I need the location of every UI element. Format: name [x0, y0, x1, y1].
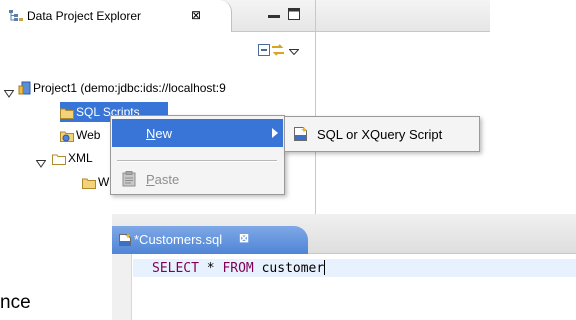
explorer-tab-title: Data Project Explorer	[27, 9, 142, 23]
context-menu: New Paste	[110, 115, 285, 195]
tree-item-web[interactable]: Web	[48, 125, 116, 145]
folder-icon	[82, 175, 96, 195]
tree-item-label: Project1 (demo:jdbc:ids://localhost:9	[33, 81, 226, 95]
chevron-down-icon[interactable]	[35, 154, 47, 174]
minimize-icon[interactable]	[268, 10, 280, 24]
explorer-toolbar	[0, 38, 315, 64]
menu-item-paste-label: Paste	[146, 172, 180, 187]
menu-item-sql-or-xquery-script[interactable]: SQL or XQuery Script	[287, 120, 477, 148]
sql-file-icon	[118, 233, 132, 250]
explorer-tab[interactable]: Data Project Explorer ⊠	[0, 0, 232, 32]
folder-open-icon	[52, 151, 66, 171]
keyword-from: FROM	[222, 261, 254, 276]
explorer-tab-bar: Data Project Explorer ⊠	[0, 0, 315, 32]
maximize-icon[interactable]	[288, 8, 300, 23]
tree-item-project1[interactable]: Project1 (demo:jdbc:ids://localhost:9	[0, 78, 315, 101]
menu-item-label: SQL or XQuery Script	[317, 127, 443, 142]
text-caret	[324, 260, 326, 275]
editor-tab-bar: *Customers.sql ⊠	[112, 214, 576, 254]
project-icon	[18, 81, 32, 101]
submenu-arrow-icon	[272, 127, 278, 141]
link-with-editor-icon[interactable]	[270, 42, 286, 61]
close-icon[interactable]: ⊠	[191, 8, 201, 22]
editor-area-tab-strip	[316, 0, 490, 32]
menu-separator	[117, 160, 277, 162]
tree-item-label: Web	[76, 128, 101, 142]
data-explorer-icon	[9, 10, 23, 25]
editor-gutter	[112, 254, 132, 320]
sql-editor: *Customers.sql ⊠ SELECT * FROM customer	[112, 214, 576, 320]
table-identifier: customer	[253, 261, 325, 276]
folder-icon	[60, 105, 74, 125]
sql-file-new-icon	[293, 126, 309, 145]
keyword-select: SELECT	[152, 261, 199, 276]
collapse-all-icon[interactable]	[258, 44, 270, 59]
editor-tab-customers-sql[interactable]: *Customers.sql ⊠	[112, 226, 308, 254]
editor-tab-title: *Customers.sql	[134, 232, 223, 247]
editor-area	[316, 0, 490, 216]
partial-text: nce	[0, 292, 31, 313]
code-line[interactable]: SELECT * FROM customer	[152, 260, 326, 276]
new-submenu: SQL or XQuery Script	[284, 116, 480, 152]
clipboard-icon	[122, 171, 136, 190]
close-icon[interactable]: ⊠	[239, 231, 249, 245]
tree-item-xml[interactable]: XML	[0, 148, 116, 168]
view-menu-icon[interactable]	[288, 44, 300, 58]
menu-item-new[interactable]: New	[112, 119, 283, 147]
tree-item-label: XML	[68, 151, 93, 165]
web-folder-icon	[60, 128, 74, 148]
menu-item-paste[interactable]: Paste	[112, 166, 283, 192]
menu-item-new-label: New	[146, 126, 173, 141]
chevron-down-icon[interactable]	[3, 84, 15, 104]
